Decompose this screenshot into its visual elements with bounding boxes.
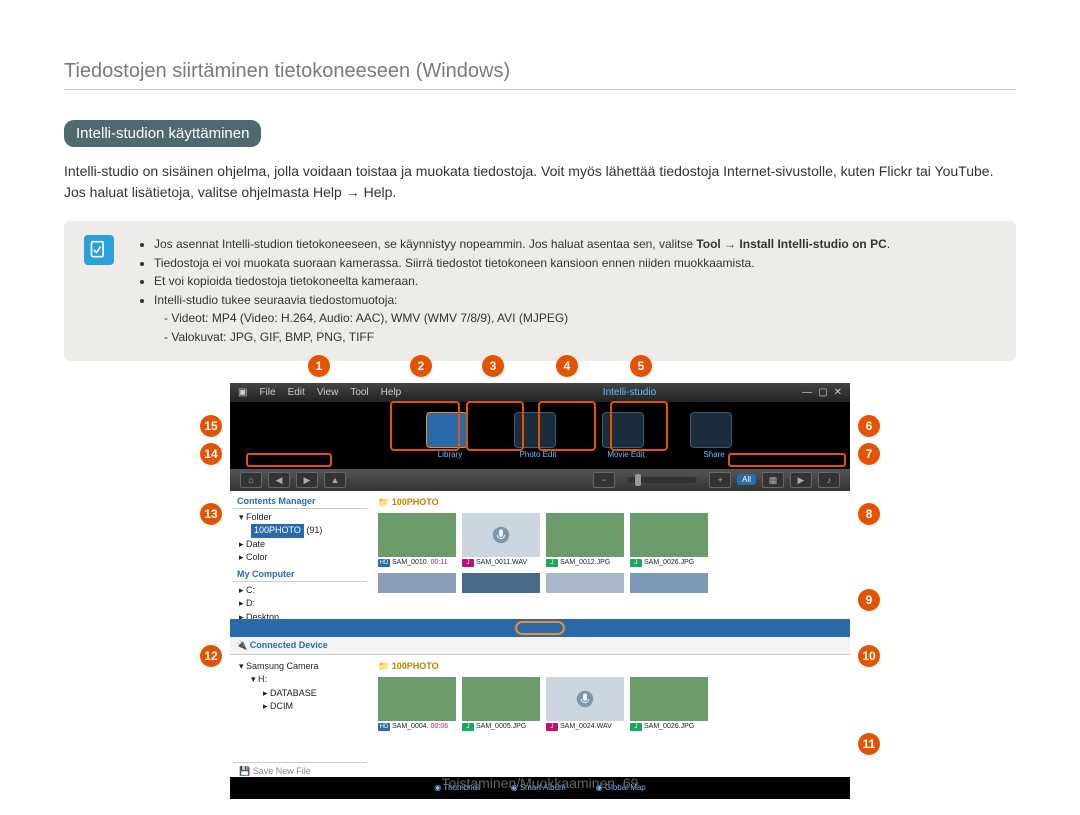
divider-row [230,619,850,637]
connected-device-panel: ▾ Samsung Camera ▾ H: ▸ DATABASE ▸ DCIM … [230,655,370,777]
zoom-plus-button[interactable]: + [709,472,731,488]
zoom-slider[interactable] [627,477,697,483]
highlight-box [466,401,524,451]
nav-forward-button[interactable]: ▶ [296,472,318,488]
callout-14: 14 [200,443,222,465]
thumbnail[interactable]: JSAM_0026.JPG [630,677,708,731]
tree-d[interactable]: ▸ D: [239,597,361,611]
divider-handle[interactable] [515,621,565,635]
callout-9: 9 [858,589,880,611]
connected-device-header: 🔌 Connected Device [230,637,850,655]
menu-tool[interactable]: Tool [350,387,368,398]
contents-manager-header: Contents Manager [233,494,367,509]
callout-8: 8 [858,503,880,525]
thumb-area-top: 📁 100PHOTO HDSAM_0010.00:11JSAM_0011.WAV… [370,491,850,619]
thumbnail[interactable]: JSAM_0011.WAV [462,513,540,567]
tree-date[interactable]: ▸ Date [239,538,361,552]
callout-11: 11 [858,733,880,755]
nav-home-button[interactable]: ⌂ [240,472,262,488]
info-item-4a: Videot: MP4 (Video: H.264, Audio: AAC), … [164,309,996,328]
callout-7: 7 [858,443,880,465]
callout-10: 10 [858,645,880,667]
tree-c[interactable]: ▸ C: [239,584,361,598]
menu-view[interactable]: View [317,387,339,398]
zoom-minus-button[interactable]: − [593,472,615,488]
info-item-2: Tiedostoja ei voi muokata suoraan kamera… [154,254,996,273]
tree-100photo-count: (91) [306,525,322,535]
callout-13: 13 [200,503,222,525]
thumbnail[interactable]: HDSAM_0010.00:11 [378,513,456,567]
lower-body: ▾ Samsung Camera ▾ H: ▸ DATABASE ▸ DCIM … [230,655,850,777]
menu-edit[interactable]: Edit [288,387,305,398]
nav-up-button[interactable]: ▲ [324,472,346,488]
tree-h[interactable]: ▾ H: [239,673,361,687]
filter-photo-icon[interactable]: ▦ [762,472,784,488]
callout-12: 12 [200,645,222,667]
window-max-icon[interactable]: ▢ [818,387,827,398]
tree-100photo[interactable]: 100PHOTO [251,524,304,538]
app-title: Intelli-studio [603,387,656,398]
thumbnail[interactable]: JSAM_0005.JPG [462,677,540,731]
highlight-box [610,401,668,451]
intro-paragraph: Intelli-studio on sisäinen ohjelma, joll… [64,161,1016,203]
page-title: Tiedostojen siirtäminen tietokoneeseen (… [64,60,1016,90]
menubar: ▣ File Edit View Tool Help Intelli-studi… [230,383,850,402]
thumbnail[interactable]: HDSAM_0004.00:06 [378,677,456,731]
tree-database[interactable]: ▸ DATABASE [239,687,361,701]
share-button[interactable]: Share [690,412,738,459]
my-computer-header: My Computer [233,567,367,582]
filter-all[interactable]: All [737,474,756,485]
filter-audio-icon[interactable]: ♪ [818,472,840,488]
footer-section: Toistaminen/Muokkaaminen [442,775,616,791]
app-icon: ▣ [238,387,247,398]
nav-row: ⌂ ◀ ▶ ▲ − + All ▦ ▶ ♪ [230,469,850,491]
callout-6: 6 [858,415,880,437]
tree-dcim[interactable]: ▸ DCIM [239,700,361,714]
info-item-4b: Valokuvat: JPG, GIF, BMP, PNG, TIFF [164,328,996,347]
tree-folder[interactable]: ▾ Folder [239,511,361,525]
diagram-wrap: 1 2 3 4 5 15 14 13 12 6 7 8 9 10 11 ▣ Fi… [230,383,850,799]
tree-camera[interactable]: ▾ Samsung Camera [239,660,361,674]
tree-color[interactable]: ▸ Color [239,551,361,565]
footer-page-number: 69 [623,775,639,791]
folder-header-bottom: 📁 100PHOTO [374,659,846,674]
thumb-area-bottom: 📁 100PHOTO HDSAM_0004.00:06JSAM_0005.JPG… [370,655,850,777]
menu-file[interactable]: File [259,387,275,398]
info-item-4: Intelli-studio tukee seuraavia tiedostom… [154,291,996,347]
thumbnail[interactable]: JSAM_0012.JPG [546,513,624,567]
section-heading: Intelli-studion käyttäminen [64,120,261,147]
thumbnail[interactable]: JSAM_0026.JPG [630,513,708,567]
highlight-box [390,401,460,451]
upper-body: Contents Manager ▾ Folder 100PHOTO (91) … [230,491,850,619]
filter-video-icon[interactable]: ▶ [790,472,812,488]
callout-4: 4 [556,355,578,377]
page-footer: Toistaminen/Muokkaaminen 69 [0,775,1080,791]
highlight-box [538,401,596,451]
callout-15: 15 [200,415,222,437]
callout-3: 3 [482,355,504,377]
window-close-icon[interactable]: ✕ [834,387,842,398]
info-item-1: Jos asennat Intelli-studion tietokoneese… [154,235,996,254]
callout-5: 5 [630,355,652,377]
callout-2: 2 [410,355,432,377]
contents-manager-panel: Contents Manager ▾ Folder 100PHOTO (91) … [230,491,370,619]
menu-help[interactable]: Help [381,387,402,398]
thumbnail[interactable]: JSAM_0024.WAV [546,677,624,731]
info-box: Jos asennat Intelli-studion tietokoneese… [64,221,1016,361]
window-min-icon[interactable]: — [802,387,812,398]
highlight-box [246,453,332,467]
nav-back-button[interactable]: ◀ [268,472,290,488]
info-icon [84,235,114,265]
info-item-3: Et voi kopioida tiedostoja tietokoneelta… [154,272,996,291]
highlight-box [728,453,846,467]
callout-1: 1 [308,355,330,377]
folder-header-top: 📁 100PHOTO [374,495,846,510]
intro-text: Intelli-studio on sisäinen ohjelma, joll… [64,163,993,200]
